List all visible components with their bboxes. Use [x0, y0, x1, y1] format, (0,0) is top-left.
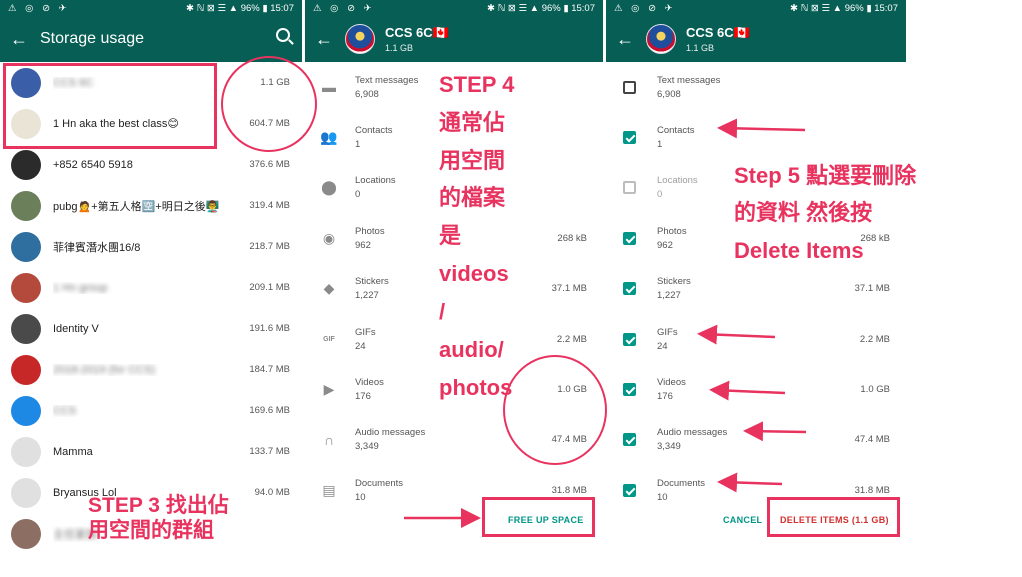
step5-annotation: Step 5 點選要刪除 的資料 然後按 Delete Items	[734, 163, 917, 263]
step3-annotation: STEP 3 找出佔 用空間的群組	[88, 494, 229, 543]
tutorial-page: ⚠ ◎ ⊘ ✈ ✱ ℕ ⊠ ☰ ▲ 96% ▮ 15:07 ← Storage …	[0, 0, 1022, 577]
step4-annotation: STEP 4 通常佔 用空間 的檔案 是 videos / audio/ pho…	[439, 72, 515, 400]
